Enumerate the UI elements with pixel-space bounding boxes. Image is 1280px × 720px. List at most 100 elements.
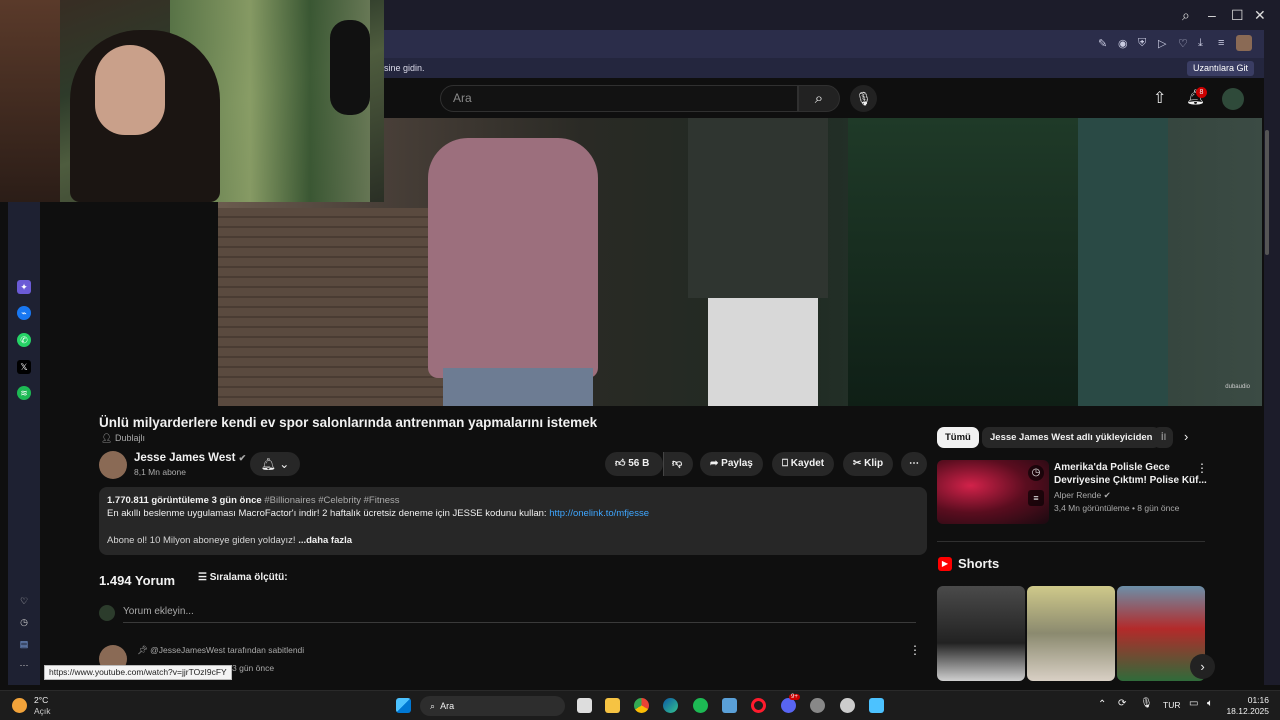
upload-icon[interactable]: ⇧: [1153, 88, 1166, 108]
edit-icon[interactable]: ✎: [1098, 37, 1107, 50]
recommended-channel[interactable]: Alper Rende ✔: [1054, 490, 1111, 501]
share-icon: ➦: [710, 458, 719, 469]
chip-more[interactable]: İl: [1153, 427, 1173, 448]
heart-icon[interactable]: ♡: [1178, 37, 1188, 50]
close-button[interactable]: ✕: [1254, 6, 1266, 24]
extensions-button[interactable]: Uzantılara Git: [1186, 61, 1254, 76]
verified-icon: ✔: [238, 453, 247, 463]
thumbs-up-icon: 👍︎: [615, 458, 626, 469]
comment-menu-icon[interactable]: ⋮: [909, 643, 921, 657]
profile-avatar[interactable]: [1236, 35, 1252, 51]
channel-avatar[interactable]: [99, 451, 127, 479]
divider: [937, 541, 1205, 542]
start-icon[interactable]: [396, 698, 411, 713]
person-icon: 👤︎: [101, 433, 113, 443]
video-scene-person-tank: [428, 138, 598, 378]
discord-icon[interactable]: [781, 698, 796, 713]
history-icon[interactable]: ◷: [17, 615, 31, 629]
sync-icon[interactable]: ⟳: [1118, 698, 1126, 709]
like-button[interactable]: 👍︎ 56 B: [605, 452, 663, 476]
browser-titlebar: ⌕ – ☐ ✕: [384, 0, 1280, 30]
save-button[interactable]: ⎕ Kaydet: [772, 452, 835, 476]
weather-desc[interactable]: Açık: [34, 706, 51, 716]
heart-icon[interactable]: ♡: [17, 594, 31, 608]
language-indicator[interactable]: TUR: [1163, 700, 1180, 710]
chrome-icon[interactable]: [634, 698, 649, 713]
steam-icon[interactable]: [722, 698, 737, 713]
comment-input[interactable]: Yorum ekleyin...: [123, 606, 194, 617]
search-button[interactable]: ⌕: [798, 85, 840, 112]
sort-comments-button[interactable]: ☰ Sıralama ölçütü:: [198, 572, 288, 583]
maximize-button[interactable]: ☐: [1231, 6, 1244, 24]
notes-icon[interactable]: ▤: [17, 637, 31, 651]
search-icon[interactable]: ⌕: [1182, 6, 1190, 24]
comments-count: 1.494 Yorum: [99, 573, 176, 588]
minimize-button[interactable]: –: [1208, 6, 1216, 24]
chip-all[interactable]: Tümü: [937, 427, 979, 448]
network-icon[interactable]: ▭: [1189, 698, 1198, 709]
download-icon[interactable]: ⤓: [1198, 37, 1203, 50]
subscribed-bell-button[interactable]: 🔔︎ ⌄: [250, 452, 300, 476]
hashtags[interactable]: #Billionaires #Celebrity #Fitness: [264, 495, 399, 506]
chip-uploader[interactable]: Jesse James West adlı yükleyiciden: [982, 427, 1161, 448]
play-icon[interactable]: ▷: [1158, 37, 1166, 50]
channel-name[interactable]: Jesse James West ✔: [134, 452, 246, 464]
browser-toolbar: ✎ ◉ ⛨ ▷ ♡ ⤓ ≡: [384, 30, 1264, 58]
scrollbar-thumb[interactable]: [1265, 130, 1269, 255]
shield-icon[interactable]: ⛨: [1138, 37, 1146, 50]
messenger-icon[interactable]: ⌁: [17, 306, 31, 320]
recommended-title-line1[interactable]: Amerika'da Polisle Gece: [1054, 461, 1207, 474]
whatsapp-icon[interactable]: ✆: [17, 333, 31, 347]
scissors-icon: ✂: [853, 458, 862, 469]
menu-icon[interactable]: ≡: [1218, 37, 1224, 49]
taskbar-search[interactable]: ⌕ Ara: [420, 696, 565, 716]
weather-temp[interactable]: 2°C: [34, 695, 48, 705]
clip-button[interactable]: ✂ Klip: [843, 452, 894, 476]
chevron-up-icon[interactable]: ⌃: [1098, 699, 1106, 710]
description-link[interactable]: http://onelink.to/mfjesse: [549, 508, 649, 519]
camera-icon[interactable]: ◉: [1118, 37, 1128, 50]
description-line2: Abone ol! 10 Milyon aboneye giden yolday…: [107, 535, 352, 546]
recommended-channel-name[interactable]: Alper Rende: [1054, 490, 1101, 500]
show-more-link[interactable]: ...daha fazla: [298, 535, 352, 546]
description-box[interactable]: 1.770.811 görüntüleme 3 gün önce #Billio…: [99, 487, 927, 555]
infobar-text: sine gidin.: [384, 63, 425, 73]
account-avatar[interactable]: [1222, 88, 1244, 110]
shorts-title: Shorts: [958, 556, 1000, 571]
opera-icon[interactable]: [751, 698, 766, 713]
file-explorer-icon[interactable]: [605, 698, 620, 713]
clock-time[interactable]: 01:16: [1233, 695, 1269, 705]
settings-icon[interactable]: [840, 698, 855, 713]
video-title: Ünlü milyarderlere kendi ev spor salonla…: [99, 415, 598, 430]
more-actions-button[interactable]: ⋯: [901, 452, 927, 476]
clip-label: Klip: [864, 458, 884, 469]
volume-icon[interactable]: 🔈︎: [1207, 698, 1213, 709]
recommended-menu-icon[interactable]: ⋮: [1196, 461, 1208, 475]
weather-icon[interactable]: [12, 698, 27, 713]
recommended-title-line2[interactable]: Devriyesine Çıktım! Polise Küf...: [1054, 474, 1207, 487]
aria-icon[interactable]: ✦: [17, 280, 31, 294]
recommended-title[interactable]: Amerika'da Polisle Gece Devriyesine Çıkt…: [1054, 461, 1207, 487]
edge-icon[interactable]: [663, 698, 678, 713]
app-icon[interactable]: [810, 698, 825, 713]
chevron-right-icon[interactable]: ›: [1184, 429, 1188, 444]
short-thumbnail[interactable]: [1027, 586, 1115, 681]
voice-search-button[interactable]: 🎙: [850, 85, 877, 112]
spotify-icon[interactable]: [693, 698, 708, 713]
x-icon[interactable]: 𝕏: [17, 360, 31, 374]
microphone-icon[interactable]: 🎙︎: [1140, 698, 1153, 709]
add-to-queue-icon[interactable]: ≡: [1028, 490, 1044, 506]
spotify-icon[interactable]: ≋: [17, 386, 31, 400]
dislike-button[interactable]: 👎︎: [663, 452, 693, 476]
notepad-icon[interactable]: [869, 698, 884, 713]
shorts-next-button[interactable]: ›: [1190, 654, 1215, 679]
task-view-icon[interactable]: [577, 698, 592, 713]
clock-date[interactable]: 18.12.2025: [1225, 706, 1269, 716]
watch-later-icon[interactable]: ◷: [1028, 465, 1044, 481]
search-input[interactable]: Ara: [440, 85, 798, 112]
share-button[interactable]: ➦ Paylaş: [700, 452, 763, 476]
short-thumbnail[interactable]: [937, 586, 1025, 681]
channel-name-text[interactable]: Jesse James West: [134, 452, 235, 464]
more-icon[interactable]: ⋯: [17, 658, 31, 672]
video-scene-person-jeans: [443, 368, 593, 406]
